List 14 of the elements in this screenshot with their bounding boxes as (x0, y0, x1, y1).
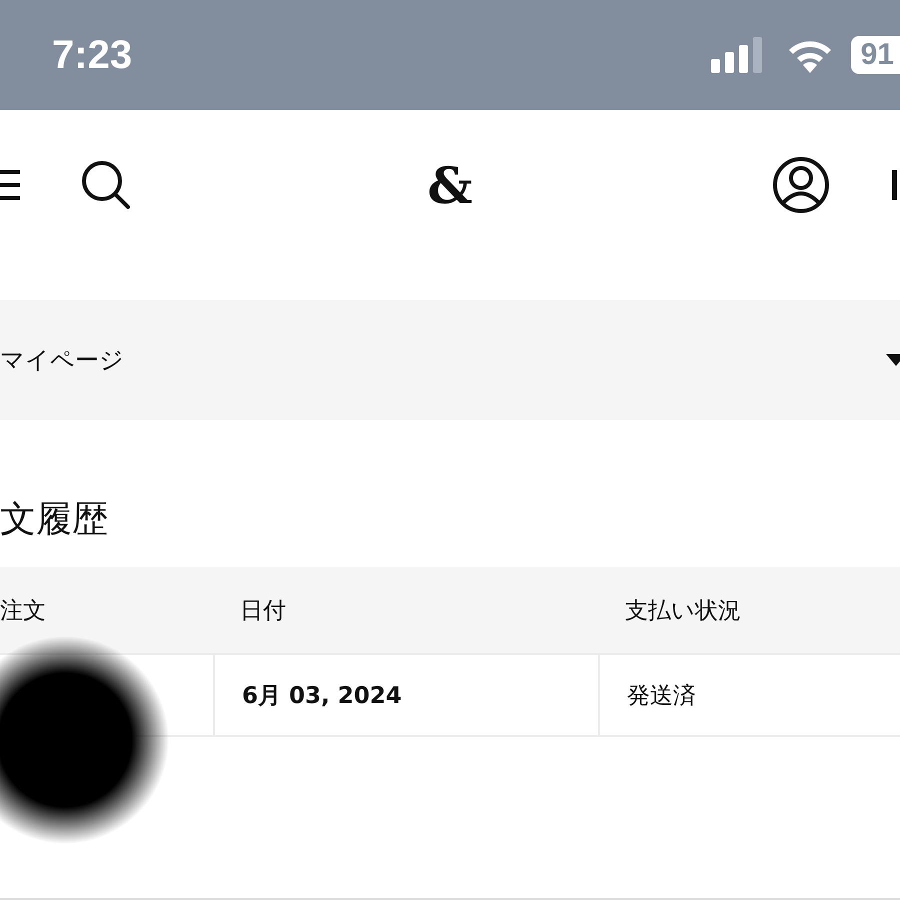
column-header: 支払い状況 (624, 596, 742, 626)
column-header: 注文 (0, 596, 47, 626)
menu-icon[interactable] (0, 167, 20, 203)
table-cell: 発送済 (598, 653, 900, 735)
table-cell: 6月 03, 2024 (213, 653, 598, 735)
page-menu-bar[interactable]: マイページ (0, 300, 900, 420)
clock-time: 7:23 (52, 32, 132, 78)
search-icon[interactable] (80, 159, 132, 211)
logo[interactable]: & (427, 156, 473, 214)
section-title: 文履歴 (0, 498, 109, 542)
battery-level: 91 (850, 36, 900, 74)
page-menu-label: マイページ (0, 345, 124, 376)
user-icon[interactable] (772, 156, 830, 214)
column-header: 日付 (239, 596, 287, 626)
